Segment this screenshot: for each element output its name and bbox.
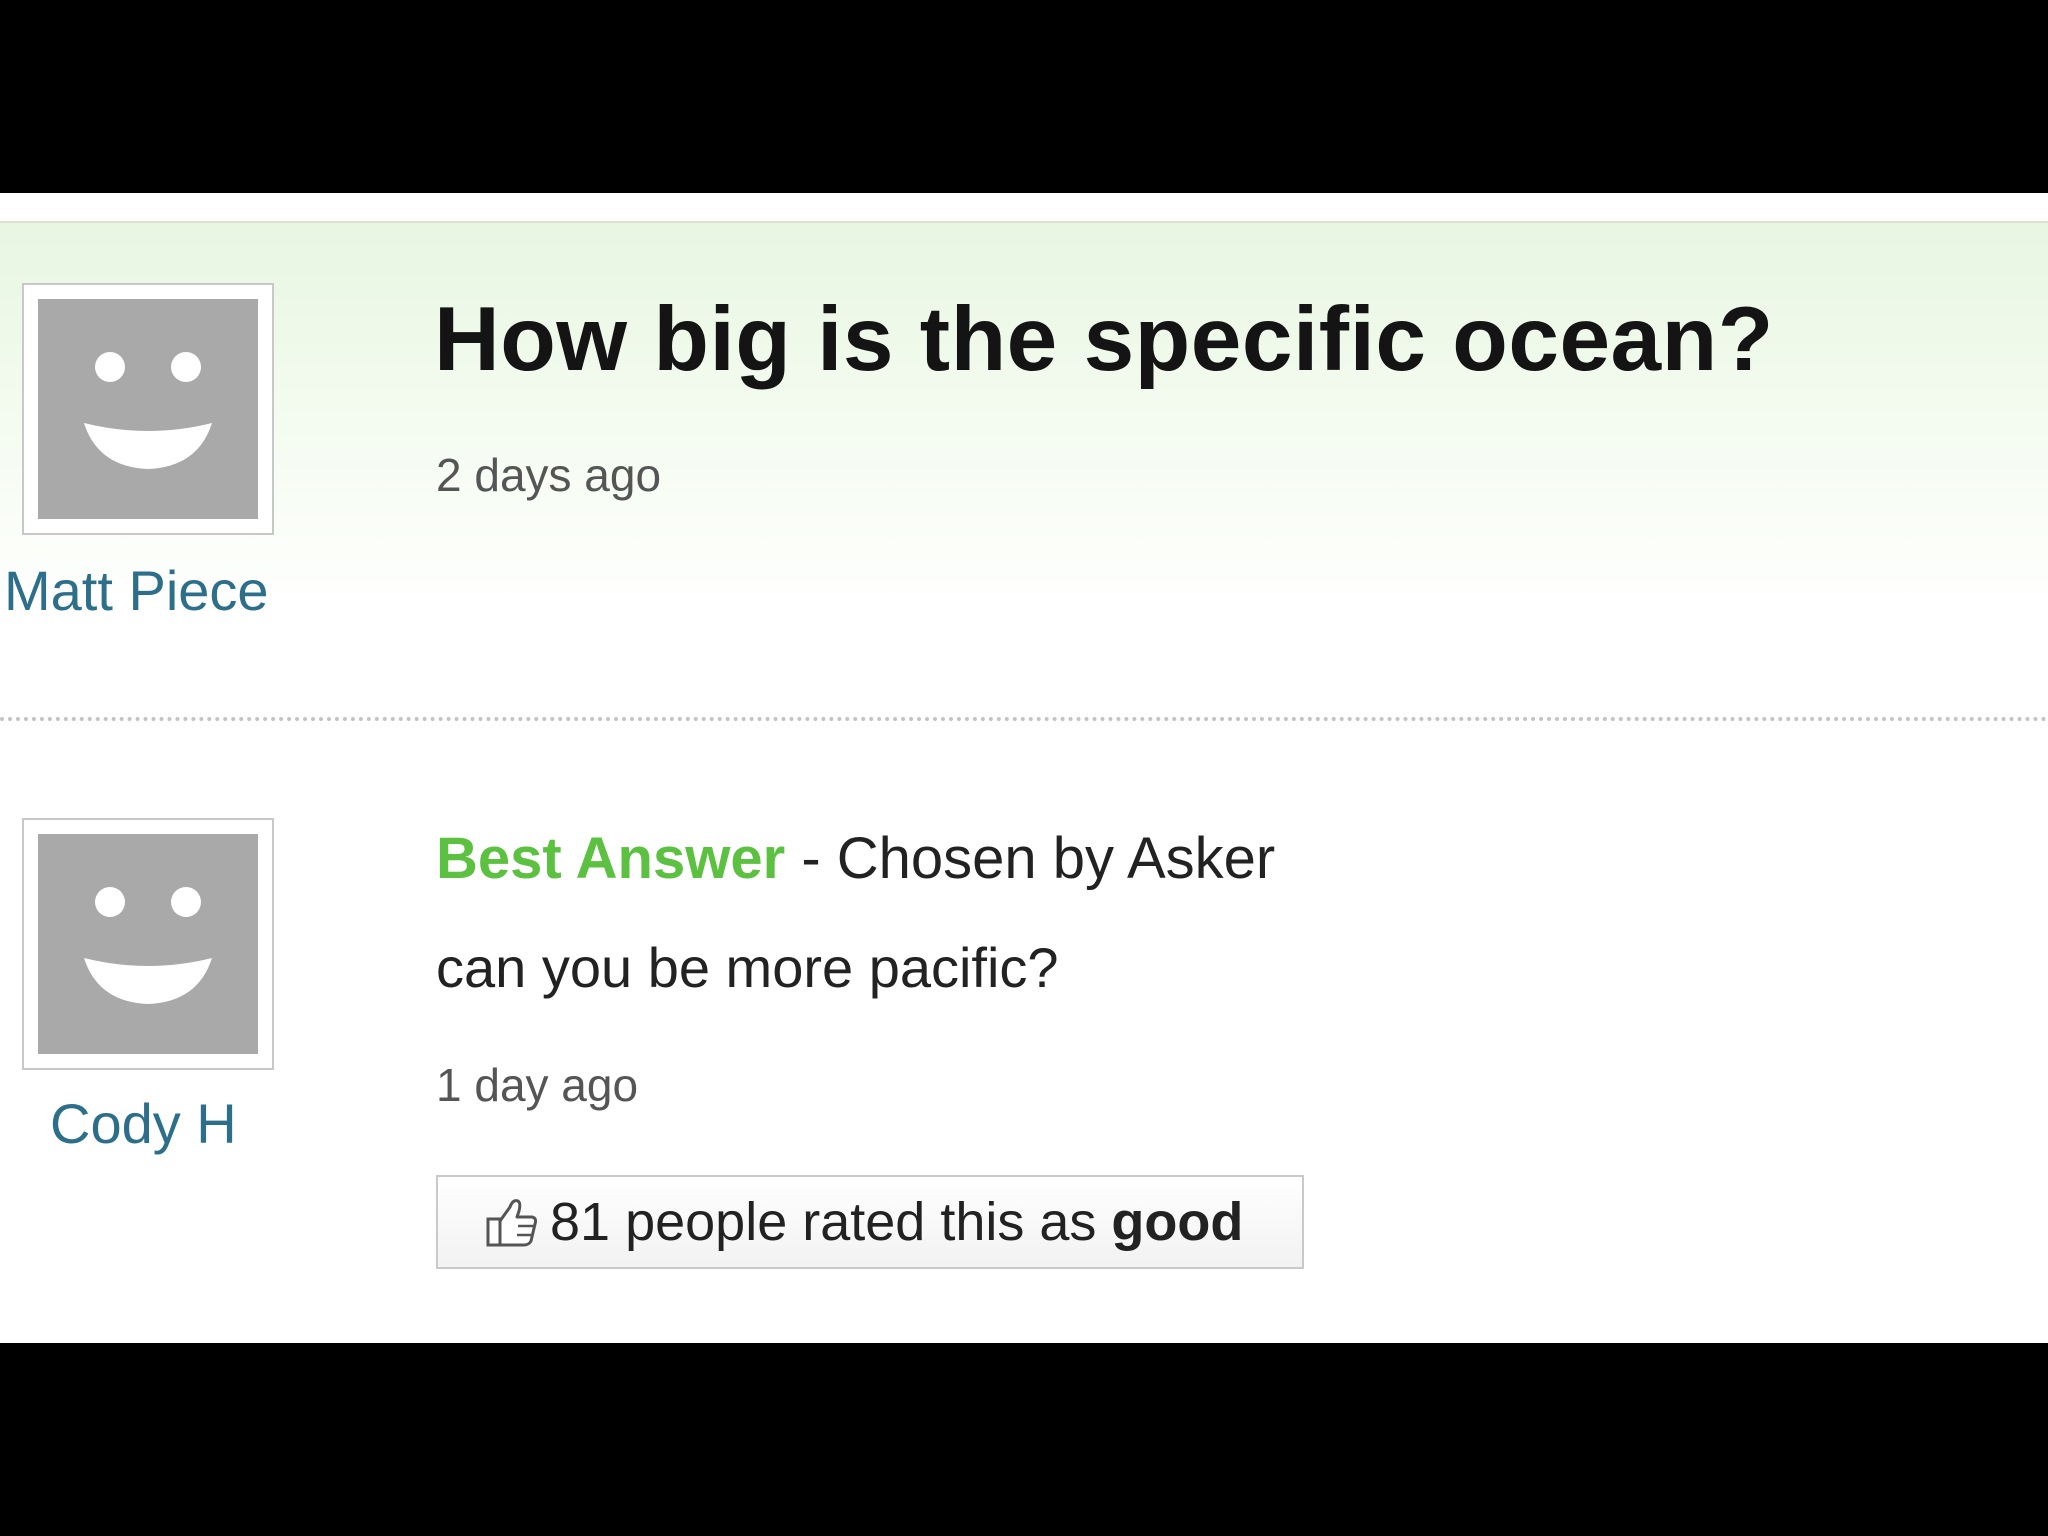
rating-text: 81 people rated this as good bbox=[550, 1191, 1243, 1253]
thumbs-up-icon bbox=[482, 1193, 540, 1251]
best-answer-separator: - bbox=[785, 826, 837, 891]
answerer-avatar[interactable] bbox=[22, 818, 274, 1070]
asker-name[interactable]: Matt Piece bbox=[4, 558, 269, 623]
smiley-face-icon bbox=[38, 299, 258, 519]
rating-word: good bbox=[1111, 1192, 1244, 1252]
rating-button[interactable]: 81 people rated this as good bbox=[436, 1175, 1304, 1269]
chosen-by-asker-label: Chosen by Asker bbox=[836, 826, 1276, 891]
best-answer-label: Best Answer bbox=[436, 826, 786, 891]
question-title: How big is the specific ocean? bbox=[434, 289, 1774, 390]
best-answer-header: Best Answer - Chosen by Asker bbox=[436, 825, 1275, 892]
qa-page: Matt Piece How big is the specific ocean… bbox=[0, 193, 2048, 1343]
rating-prefix: 81 people rated this as bbox=[550, 1192, 1112, 1252]
question-timestamp: 2 days ago bbox=[436, 449, 662, 501]
asker-avatar[interactable] bbox=[22, 283, 274, 535]
answerer-name[interactable]: Cody H bbox=[50, 1091, 237, 1156]
smiley-face-icon bbox=[38, 834, 258, 1054]
divider bbox=[0, 717, 2048, 721]
answer-text: can you be more pacific? bbox=[436, 936, 1059, 999]
answer-timestamp: 1 day ago bbox=[436, 1059, 639, 1111]
